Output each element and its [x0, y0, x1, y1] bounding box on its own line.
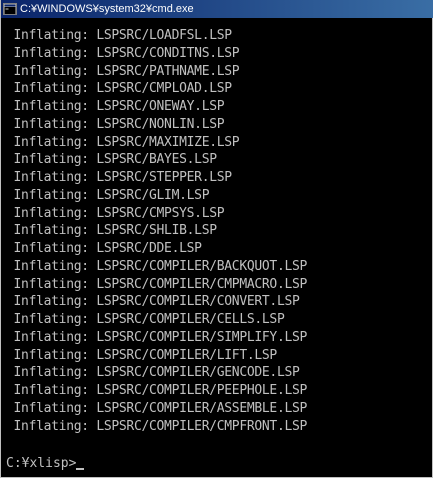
command-prompt[interactable]: C:¥xlisp>: [6, 456, 85, 472]
console-window: C:¥WINDOWS¥system32¥cmd.exe Inflating: L…: [0, 0, 433, 478]
console-line: Inflating: LSPSRC/COMPILER/CMPMACRO.LSP: [6, 276, 308, 292]
console-line: Inflating: LSPSRC/MAXIMIZE.LSP: [6, 134, 240, 150]
console-line: Inflating: LSPSRC/PATHNAME.LSP: [6, 63, 240, 79]
console-line: Inflating: LSPSRC/DDE.LSP: [6, 241, 202, 256]
console-line: Inflating: LSPSRC/GLIM.LSP: [6, 187, 210, 203]
console-line: Inflating: LSPSRC/BAYES.LSP: [6, 152, 218, 168]
console-line: Inflating: LSPSRC/CMPLOAD.LSP: [6, 81, 233, 97]
console-line: Inflating: LSPSRC/COMPILER/GENCODE.LSP: [6, 365, 300, 381]
console-line: Inflating: LSPSRC/COMPILER/SIMPLIFY.LSP: [6, 329, 308, 345]
console-line: Inflating: LSPSRC/COMPILER/ASSEMBLE.LSP: [6, 400, 308, 416]
prompt-text: C:¥xlisp>: [6, 456, 77, 471]
console-line: Inflating: LSPSRC/COMPILER/BACKQUOT.LSP: [6, 258, 308, 274]
console-line: Inflating: LSPSRC/STEPPER.LSP: [6, 170, 233, 185]
console-line: Inflating: LSPSRC/COMPILER/PEEPHOLE.LSP: [6, 383, 308, 398]
console-line: Inflating: LSPSRC/CONDITNS.LSP: [6, 45, 240, 61]
window-title: C:¥WINDOWS¥system32¥cmd.exe: [20, 3, 194, 15]
text-cursor: [76, 468, 85, 470]
console-line: Inflating: LSPSRC/SHLIB.LSP: [6, 223, 218, 239]
console-line: Inflating: LSPSRC/CMPSYS.LSP: [6, 205, 225, 221]
console-line: Inflating: LSPSRC/COMPILER/LIFT.LSP: [6, 347, 278, 363]
console-icon[interactable]: [3, 2, 17, 16]
console-output[interactable]: Inflating: LSPSRC/LOADFSL.LSP Inflating:…: [1, 18, 432, 477]
title-bar[interactable]: C:¥WINDOWS¥system32¥cmd.exe: [1, 0, 433, 18]
console-line: Inflating: LSPSRC/COMPILER/CELLS.LSP: [6, 312, 285, 327]
console-line: Inflating: LSPSRC/NONLIN.LSP: [6, 116, 225, 132]
console-line: Inflating: LSPSRC/ONEWAY.LSP: [6, 99, 225, 114]
console-line: Inflating: LSPSRC/COMPILER/CONVERT.LSP: [6, 294, 300, 310]
console-line: Inflating: LSPSRC/LOADFSL.LSP: [6, 28, 233, 43]
console-line: Inflating: LSPSRC/COMPILER/CMPFRONT.LSP: [6, 418, 308, 434]
